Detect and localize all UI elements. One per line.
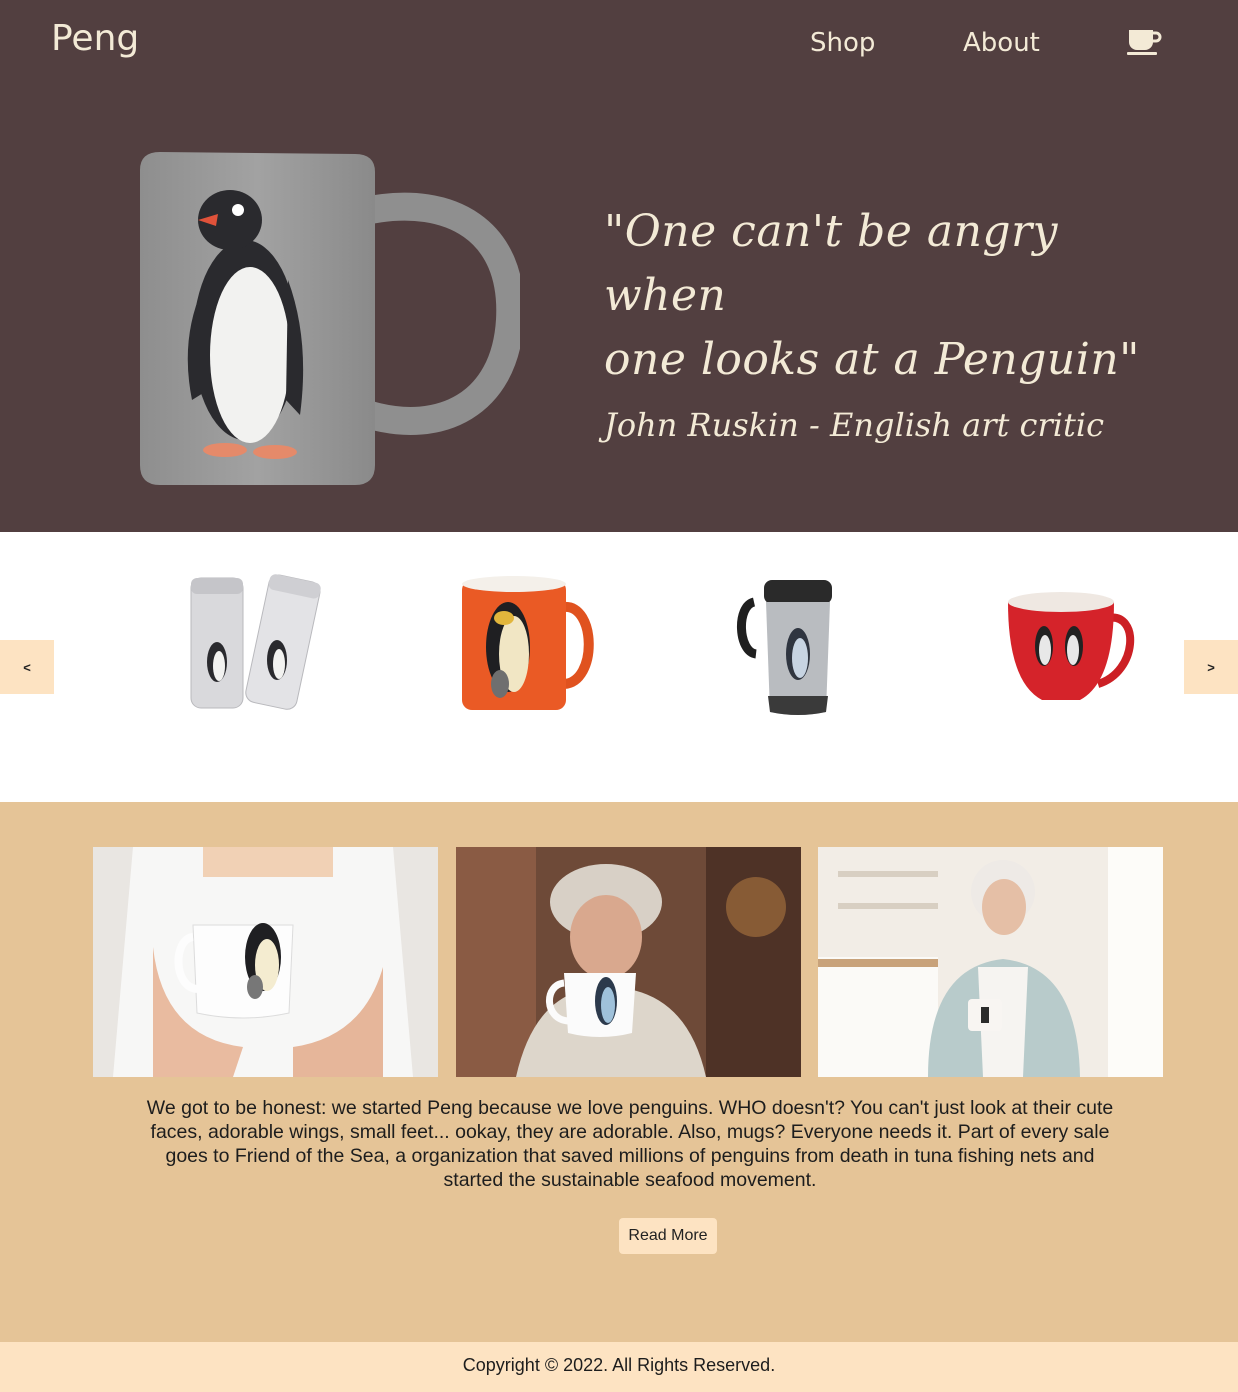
senior-woman-mug-photo <box>818 847 1163 1077</box>
nav-link-shop[interactable]: Shop <box>810 28 875 58</box>
carousel-next-button[interactable]: > <box>1184 640 1238 694</box>
product-penguin-travel-tumblers[interactable] <box>177 572 337 722</box>
quote-author: John Ruskin - English art critic <box>604 406 1104 444</box>
steel-travel-mug-image <box>737 580 832 715</box>
footer: Copyright © 2022. All Rights Reserved. <box>0 1342 1238 1392</box>
hero-penguin-mug-image <box>120 140 525 500</box>
about-text: We got to be honest: we started Peng bec… <box>146 1097 1114 1191</box>
hero-quote: "One can't be angry when one looks at a … <box>604 200 1164 444</box>
penguin-travel-tumblers-image <box>190 574 321 710</box>
quote-line-1: "One can't be angry when <box>604 206 1058 321</box>
read-more-button[interactable]: Read More <box>619 1218 717 1254</box>
product-orange-penguin-mug[interactable] <box>446 572 606 722</box>
about-section: We got to be honest: we started Peng bec… <box>0 802 1238 1342</box>
brand-logo[interactable]: Peng <box>51 18 139 59</box>
nav-link-about[interactable]: About <box>963 28 1040 58</box>
woman-forest-mug-photo <box>456 847 801 1077</box>
hero-section: Peng Shop About "One can't be angry when… <box>0 0 1238 532</box>
quote-line-2: one looks at a Penguin" <box>604 334 1140 385</box>
copyright-text: Copyright © 2022. All Rights Reserved. <box>462 1355 776 1375</box>
product-red-penguin-mug[interactable] <box>990 572 1150 722</box>
woman-holding-mug-photo <box>93 847 438 1077</box>
red-penguin-mug-image <box>1008 592 1135 700</box>
product-steel-travel-mug[interactable] <box>716 572 876 722</box>
product-carousel: < > <box>0 532 1238 802</box>
coffee-cup-icon[interactable] <box>1126 26 1162 56</box>
carousel-prev-button[interactable]: < <box>0 640 54 694</box>
orange-penguin-mug-image <box>462 576 594 710</box>
